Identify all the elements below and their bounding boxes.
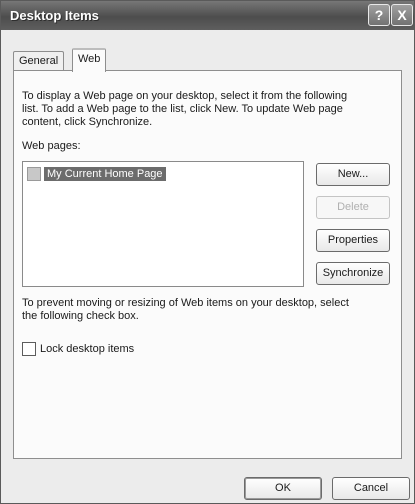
new-button[interactable]: New... — [316, 163, 390, 186]
lock-desktop-items-checkbox[interactable] — [22, 342, 36, 356]
tab-web[interactable]: Web — [72, 48, 107, 72]
synchronize-button[interactable]: Synchronize — [316, 262, 390, 285]
web-pages-label: Web pages: — [22, 140, 81, 152]
lock-desktop-items-label[interactable]: Lock desktop items — [40, 343, 134, 356]
tab-general[interactable]: General — [13, 51, 65, 71]
cancel-button[interactable]: Cancel — [332, 477, 410, 500]
web-description: To display a Web page on your desktop, s… — [22, 90, 347, 129]
ok-button[interactable]: OK — [244, 477, 322, 500]
close-icon[interactable]: X — [391, 4, 413, 26]
dialog-title: Desktop Items — [10, 8, 99, 23]
web-page-checkbox[interactable] — [27, 167, 41, 181]
desktop-items-dialog: Desktop Items ? X General Web To display… — [0, 0, 415, 504]
lock-description: To prevent moving or resizing of Web ite… — [22, 297, 349, 323]
list-item[interactable]: My Current Home Page — [27, 166, 166, 182]
web-page-label: My Current Home Page — [44, 167, 166, 181]
help-icon[interactable]: ? — [368, 4, 390, 26]
delete-button[interactable]: Delete — [316, 196, 390, 219]
lock-description-line: To prevent moving or resizing of Web ite… — [22, 297, 349, 309]
title-bar: Desktop Items ? X — [1, 1, 414, 30]
web-pages-list[interactable]: My Current Home Page — [22, 161, 304, 287]
description-line: To display a Web page on your desktop, s… — [22, 90, 348, 102]
properties-button[interactable]: Properties — [316, 229, 390, 252]
description-line: content, click Synchronize. — [22, 116, 153, 128]
description-line: list. To add a Web page to the list, cli… — [22, 103, 343, 115]
lock-description-line: the following check box. — [22, 310, 139, 322]
